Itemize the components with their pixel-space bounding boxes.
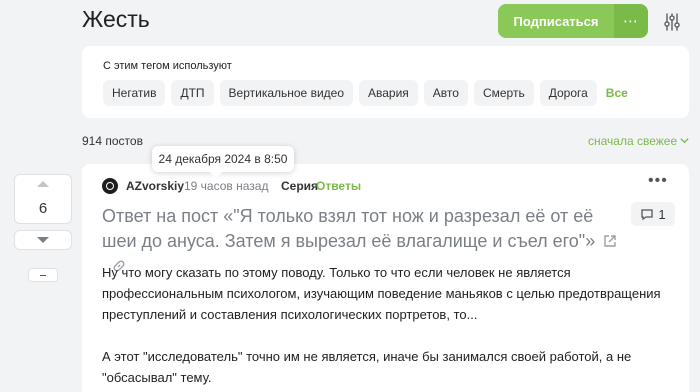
tag-item[interactable]: Негатив (103, 80, 166, 106)
subscribe-group: Подписаться ⋯ (498, 4, 648, 38)
tag-item[interactable]: Смерть (473, 80, 534, 106)
downvote-button[interactable] (14, 230, 72, 250)
upvote-icon[interactable] (37, 181, 49, 187)
all-tags-link[interactable]: Все (606, 86, 628, 100)
related-tags-list: Негатив ДТП Вертикальное видео Авария Ав… (103, 80, 628, 106)
post-body: Ну что могу сказать по этому поводу. Тол… (102, 262, 672, 392)
tag-item[interactable]: Дорога (539, 80, 597, 106)
downvote-icon (37, 237, 49, 243)
post-title-text: Ответ на пост «"Я только взял тот нож и … (102, 206, 596, 251)
vote-panel: 6 (14, 174, 72, 224)
author-name[interactable]: AZvorskiy (126, 179, 184, 193)
post-paragraph: А этот "исследователь" точно им не являе… (102, 349, 632, 385)
comments-button[interactable]: 1 (631, 202, 675, 226)
page-title: Жесть (82, 6, 150, 32)
post-card: AZvorskiy 19 часов назад Серия Ответы ••… (82, 164, 689, 392)
avatar[interactable] (102, 178, 118, 194)
series-label: Серия (281, 179, 319, 193)
comments-count: 1 (658, 206, 666, 222)
posts-count: 914 постов (82, 134, 143, 148)
tag-item[interactable]: ДТП (171, 80, 214, 106)
more-options-button[interactable]: ⋯ (614, 4, 648, 38)
related-tags-caption: С этим тегом используют (103, 60, 232, 72)
minus-icon (40, 274, 46, 276)
date-tooltip: 24 декабря 2024 в 8:50 (152, 146, 294, 178)
series-link[interactable]: Ответы (316, 179, 361, 193)
comment-icon (641, 209, 654, 221)
post-time[interactable]: 19 часов назад (184, 179, 268, 193)
external-link-icon[interactable] (603, 234, 617, 248)
tag-item[interactable]: Авто (423, 80, 468, 106)
sliders-icon[interactable] (662, 12, 682, 32)
related-tags-card: С этим тегом используют Негатив ДТП Верт… (82, 46, 689, 118)
sort-label: сначала свежее (588, 134, 678, 148)
collapse-button[interactable] (28, 268, 58, 282)
post-menu-button[interactable]: ••• (648, 173, 668, 189)
post-paragraph: Ну что могу сказать по этому поводу. Тол… (102, 265, 661, 322)
rating-value: 6 (38, 200, 48, 217)
tag-item[interactable]: Вертикальное видео (219, 80, 353, 106)
subscribe-button[interactable]: Подписаться (498, 4, 614, 38)
tag-item[interactable]: Авария (359, 80, 418, 106)
sort-dropdown[interactable]: сначала свежее (588, 134, 690, 148)
chevron-down-icon (680, 138, 690, 144)
